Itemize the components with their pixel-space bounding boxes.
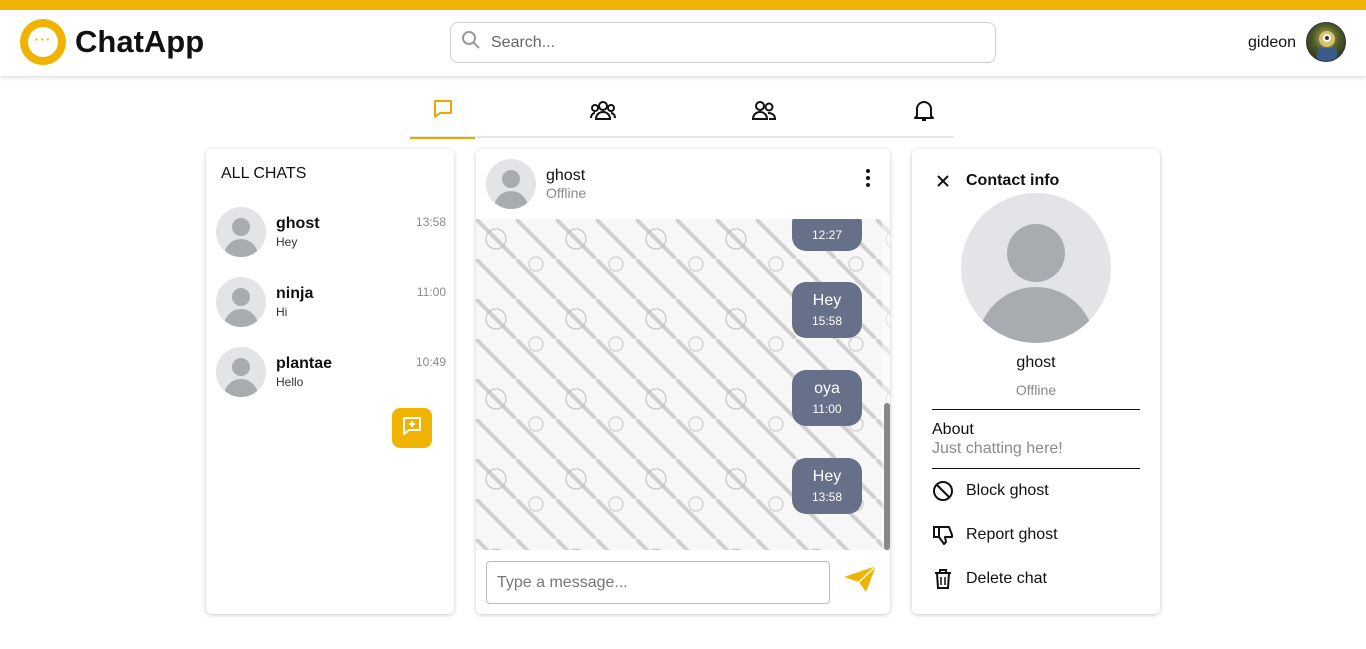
- app-header: ··· ChatApp gideon: [0, 10, 1366, 76]
- thumbs-down-icon: [932, 524, 954, 546]
- message-composer: [476, 550, 890, 614]
- chat-bubble-dots-icon: ···: [28, 27, 58, 57]
- chat-time: 11:00: [416, 285, 446, 299]
- chat-last-message: Hey: [276, 235, 298, 249]
- chat-name: ninja: [276, 285, 314, 302]
- action-label: Report ghost: [966, 526, 1058, 543]
- about-label: About: [932, 421, 974, 438]
- message-bubble: Hey 15:58: [792, 282, 862, 338]
- chat-list-item[interactable]: ninja Hi 11:00: [216, 277, 446, 329]
- app-title: ChatApp: [75, 24, 205, 59]
- paper-plane-icon: [842, 564, 878, 599]
- message-bubble: 12:27: [792, 219, 862, 251]
- chat-time: 13:58: [415, 215, 446, 229]
- contact-status: Offline: [1015, 382, 1057, 398]
- app-logo[interactable]: ···: [20, 19, 66, 65]
- about-text: Just chatting here!: [932, 440, 1063, 457]
- logo-dots: ···: [34, 31, 52, 47]
- chats-panel: ALL CHATS ghost Hey 13:58 ninja Hi 11:00…: [206, 149, 454, 614]
- contact-info-panel: Contact info ghost Offline About Just ch…: [912, 149, 1160, 614]
- message-list[interactable]: 12:27 Hey 15:58 oya 11:00 Hey 13:58: [476, 219, 890, 550]
- kebab-menu-icon[interactable]: [862, 169, 874, 187]
- conversation-panel: ghost Offline 12:27 Hey 15:58 oya 11:00 …: [476, 149, 890, 614]
- group-icon: [589, 98, 616, 127]
- add-chat-icon: [401, 415, 423, 442]
- chat-name: plantae: [276, 355, 333, 372]
- search-bar[interactable]: [450, 22, 996, 63]
- avatar: [216, 277, 266, 327]
- chat-time: 10:49: [415, 355, 446, 369]
- tab-notifications[interactable]: [891, 86, 956, 138]
- conversation-contact-status: Offline: [546, 185, 587, 201]
- new-chat-button[interactable]: [392, 408, 432, 448]
- delete-chat-button[interactable]: Delete chat: [932, 566, 1140, 592]
- contacts-icon: [751, 98, 777, 127]
- chat-list-item[interactable]: plantae Hello 10:49: [216, 347, 446, 399]
- action-label: Block ghost: [966, 482, 1049, 499]
- send-button[interactable]: [840, 564, 880, 598]
- current-username: gideon: [1248, 34, 1297, 51]
- message-bubble: Hey 13:58: [792, 458, 862, 514]
- conversation-header: ghost Offline: [476, 149, 890, 219]
- chat-last-message: Hi: [276, 305, 288, 319]
- message-text: Hey: [812, 292, 842, 309]
- search-icon: [461, 30, 481, 55]
- divider: [932, 468, 1140, 469]
- message-bubble: oya 11:00: [792, 370, 862, 426]
- main-tabs: [410, 86, 956, 139]
- trash-icon: [932, 568, 954, 590]
- chats-panel-title: ALL CHATS: [221, 165, 307, 182]
- chat-bubble-icon: [431, 97, 455, 126]
- message-time: 11:00: [812, 402, 842, 416]
- message-input[interactable]: [486, 561, 830, 604]
- avatar: [961, 193, 1111, 343]
- chat-name: ghost: [276, 215, 320, 232]
- contact-name: ghost: [1016, 354, 1056, 371]
- user-avatar[interactable]: [1306, 22, 1346, 62]
- tab-groups[interactable]: [570, 86, 635, 138]
- message-text: Hey: [812, 468, 842, 485]
- conversation-contact-name: ghost: [546, 167, 586, 184]
- message-time: 12:27: [811, 228, 843, 242]
- chat-list-item[interactable]: ghost Hey 13:58: [216, 207, 446, 259]
- divider: [932, 409, 1140, 410]
- action-label: Delete chat: [966, 570, 1047, 587]
- message-text: oya: [814, 380, 840, 397]
- chat-last-message: Hello: [276, 375, 304, 389]
- close-icon[interactable]: [934, 172, 952, 190]
- tab-contacts[interactable]: [731, 86, 796, 138]
- search-input[interactable]: [491, 33, 971, 52]
- block-contact-button[interactable]: Block ghost: [932, 478, 1140, 504]
- contact-info-title: Contact info: [966, 172, 1060, 189]
- message-time: 15:58: [811, 314, 843, 328]
- tab-chats[interactable]: [410, 86, 475, 139]
- block-icon: [932, 480, 954, 502]
- avatar: [216, 207, 266, 257]
- avatar[interactable]: [486, 159, 536, 209]
- bell-icon: [913, 98, 935, 127]
- avatar: [216, 347, 266, 397]
- message-time: 13:58: [811, 490, 843, 504]
- scrollbar-thumb[interactable]: [884, 403, 890, 550]
- top-accent-bar: [0, 0, 1366, 10]
- report-contact-button[interactable]: Report ghost: [932, 522, 1140, 548]
